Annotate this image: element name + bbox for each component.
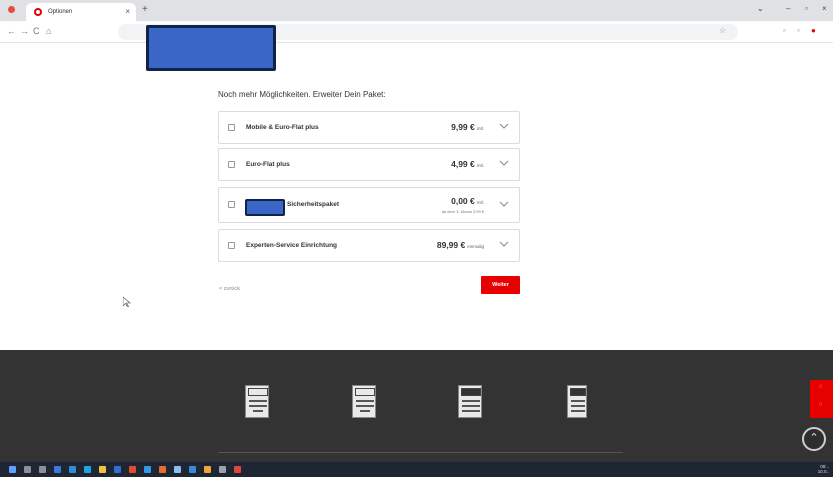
browser-menu-icon[interactable] [8,6,15,13]
extension-icon[interactable]: ▫ [783,26,786,35]
option-price: 0,00 € mtl. [451,196,484,206]
home-icon[interactable]: ⌂ [46,26,51,36]
taskbar-app-icon[interactable] [234,466,241,473]
award-badge-header [355,388,375,396]
page-footer [0,350,833,462]
option-card-experten-service[interactable]: Experten-Service Einrichtung 89,99 € einm… [218,229,520,262]
redacted-url-block [146,25,276,71]
bookmark-star-icon[interactable]: ☆ [719,26,726,35]
task-view-icon[interactable] [39,466,46,473]
side-tab-icon: ◌ [819,402,823,408]
vodafone-favicon-icon [34,8,42,16]
option-name: Sicherheitspaket [287,201,340,208]
section-heading: Noch mehr Möglichkeiten. Erweiter Dein P… [218,90,386,99]
award-badge-icon [567,385,587,418]
tab-title: Optionen [48,9,73,15]
back-arrow-icon[interactable]: ← [7,26,16,36]
option-checkbox[interactable] [228,124,235,131]
option-price-note: ab dem 3. Monat 3,99 € [441,209,484,214]
chevron-down-icon[interactable] [499,121,509,131]
taskbar-app-icon[interactable] [174,466,181,473]
option-name: Mobile & Euro-Flat plus [246,124,319,131]
option-checkbox[interactable] [228,242,235,249]
windows-taskbar: 08:.. 10.0.. [0,462,833,477]
redacted-brand-block [245,199,285,216]
chevron-down-icon[interactable] [499,199,509,209]
tab-list-icon[interactable]: ⌄ [757,4,764,13]
option-price: 4,99 € mtl. [451,159,484,169]
new-tab-button[interactable]: + [142,4,148,15]
option-card-mobile-euro-flat-plus[interactable]: Mobile & Euro-Flat plus 9,99 € mtl. [218,111,520,144]
minimize-button[interactable]: – [786,4,790,13]
tab-close-icon[interactable]: × [125,7,130,16]
clock-date: 10.0.. [817,469,829,474]
footer-divider [218,452,623,453]
taskbar-app-icon[interactable] [69,466,76,473]
forward-arrow-icon[interactable]: → [20,26,29,36]
option-checkbox[interactable] [228,201,235,208]
edge-icon[interactable] [84,466,91,473]
taskbar-app-icon[interactable] [54,466,61,473]
taskbar-clock[interactable]: 08:.. 10.0.. [818,464,829,474]
next-button[interactable]: Weiter [481,276,520,294]
maximize-button[interactable]: ▫ [805,4,808,13]
taskbar-app-icon[interactable] [219,466,226,473]
search-icon[interactable] [24,466,31,473]
browser-tab[interactable]: Optionen × [26,3,136,21]
award-badge-icon [352,385,376,418]
taskbar-app-icon[interactable] [189,466,196,473]
feedback-side-tab[interactable]: ◌ ◌ [810,380,833,418]
scroll-to-top-button[interactable]: ⌃ [802,427,826,451]
option-name: Experten-Service Einrichtung [246,242,338,249]
side-tab-icon: ◌ [819,384,823,390]
taskbar-app-icon[interactable] [114,466,121,473]
award-badge-header [248,388,268,396]
award-badge-icon [245,385,269,418]
browser-toolbar: ← → C ⌂ [0,21,833,43]
taskbar-app-icon[interactable] [159,466,166,473]
option-price: 9,99 € mtl. [451,122,484,132]
windows-start-icon[interactable] [9,466,16,473]
reload-icon[interactable]: C [33,26,40,36]
chevron-down-icon[interactable] [499,239,509,249]
option-name: Euro-Flat plus [246,161,290,168]
close-window-button[interactable]: × [822,4,827,13]
extension-red-icon[interactable]: ● [811,26,816,35]
chevron-down-icon[interactable] [499,158,509,168]
option-price: 89,99 € einmalig [436,240,484,250]
profile-icon[interactable]: ▫ [797,26,800,35]
award-badge-header [461,388,481,396]
taskbar-app-icon[interactable] [129,466,136,473]
award-badge-header [570,388,586,396]
taskbar-app-icon[interactable] [204,466,211,473]
browser-tab-bar: Optionen × + ⌄ – ▫ × [0,0,833,21]
option-card-euro-flat-plus[interactable]: Euro-Flat plus 4,99 € mtl. [218,148,520,181]
taskbar-app-icon[interactable] [144,466,151,473]
back-link[interactable]: < zurück [219,286,240,292]
award-badge-icon [458,385,482,418]
option-checkbox[interactable] [228,161,235,168]
file-explorer-icon[interactable] [99,466,106,473]
mouse-cursor-icon [123,297,131,307]
